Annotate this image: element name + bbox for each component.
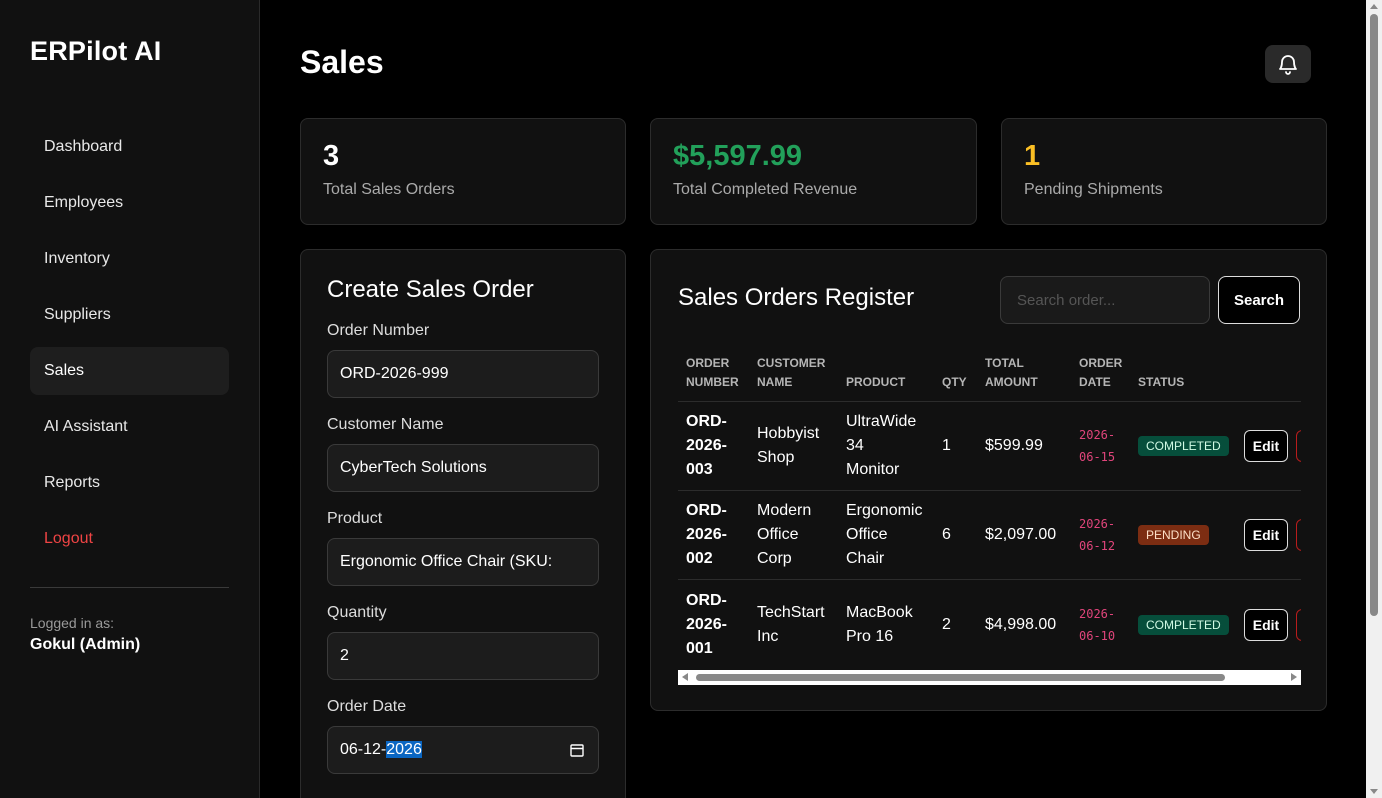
qty-cell: 2: [942, 615, 951, 633]
column-header-total-amount: TOTAL AMOUNT: [985, 356, 1038, 389]
stat-label: Total Sales Orders: [323, 181, 455, 198]
order-date-cell: 2026- 06-10: [1079, 606, 1116, 643]
product-cell: Ergonomic Office Chair: [846, 502, 923, 567]
order-date-text: 06-12-: [340, 741, 387, 758]
column-header-customer-name: CUSTOMER NAME: [757, 356, 826, 389]
sidebar-item-inventory[interactable]: Inventory: [30, 235, 229, 283]
order-date-input[interactable]: 06-12-2026: [327, 726, 599, 774]
column-header-order-date: ORDER DATE: [1079, 356, 1123, 389]
calendar-icon[interactable]: [570, 743, 584, 757]
column-header-order-number: ORDER NUMBER: [686, 356, 739, 389]
edit-button[interactable]: Edit: [1244, 519, 1288, 551]
stat-total-sales-orders: 3 Total Sales Orders: [300, 118, 626, 225]
register-title: Sales Orders Register: [678, 284, 915, 311]
order-number-cell: ORD- 2026- 001: [686, 591, 727, 657]
order-date-label: Order Date: [327, 698, 407, 715]
status-badge: COMPLETED: [1138, 614, 1229, 635]
customer-name-input[interactable]: CyberTech Solutions: [327, 444, 599, 492]
page-scrollbar-thumb[interactable]: [1370, 14, 1378, 616]
sidebar-item-ai-assistant[interactable]: AI Assistant: [30, 403, 229, 451]
status-badge: COMPLETED: [1138, 436, 1229, 456]
delete-button[interactable]: [1296, 608, 1301, 641]
stat-total-revenue: $5,597.99 Total Completed Revenue: [650, 118, 977, 225]
product-cell: MacBook Pro 16: [846, 603, 913, 645]
stat-label: Total Completed Revenue: [673, 181, 858, 198]
sidebar-item-sales[interactable]: Sales: [30, 347, 229, 395]
total-amount-cell: $4,998.00: [985, 615, 1057, 633]
order-date-cell: 2026- 06-15: [1079, 428, 1116, 464]
sidebar-nav: Dashboard Employees Inventory Suppliers …: [30, 123, 229, 571]
sidebar-item-logout[interactable]: Logout: [30, 515, 229, 563]
delete-button[interactable]: [1296, 519, 1301, 551]
column-header-status: STATUS: [1138, 375, 1185, 389]
search-button[interactable]: Search: [1218, 276, 1300, 324]
stat-value: $5,597.99: [673, 140, 803, 172]
stat-value: 1: [1024, 140, 1041, 172]
scroll-down-arrow-icon[interactable]: [1370, 789, 1378, 794]
customer-name-cell: TechStart Inc: [757, 603, 825, 645]
bell-icon: [1279, 55, 1297, 75]
order-number-input[interactable]: ORD-2026-999: [327, 350, 599, 398]
stat-pending-shipments: 1 Pending Shipments: [1001, 118, 1327, 225]
order-date-cell: 2026- 06-12: [1079, 517, 1116, 553]
column-header-qty: QTY: [942, 375, 967, 389]
product-select[interactable]: Ergonomic Office Chair (SKU:: [327, 538, 599, 586]
sidebar-divider: [30, 587, 229, 588]
brand-logo: ERPilot AI: [30, 36, 162, 66]
horizontal-scrollbar[interactable]: [678, 670, 1301, 685]
form-title: Create Sales Order: [327, 276, 534, 303]
product-label: Product: [327, 510, 383, 527]
status-cell: PENDING: [1138, 523, 1209, 547]
customer-name-cell: Modern Office Corp: [757, 502, 812, 567]
create-sales-order-form: Create Sales Order Order Number ORD-2026…: [300, 249, 626, 798]
order-number-label: Order Number: [327, 322, 430, 339]
status-badge: PENDING: [1138, 525, 1209, 545]
table-row: ORD- 2026- 003 Hobbyist Shop UltraWide 3…: [678, 402, 1301, 491]
delete-button[interactable]: [1296, 430, 1301, 462]
notifications-button[interactable]: [1265, 45, 1311, 83]
product-cell: UltraWide 34 Monitor: [846, 413, 917, 478]
scroll-left-arrow-icon[interactable]: [682, 673, 688, 681]
stat-value: 3: [323, 140, 340, 172]
edit-button[interactable]: Edit: [1244, 608, 1288, 641]
edit-button[interactable]: Edit: [1244, 430, 1288, 462]
quantity-label: Quantity: [327, 604, 387, 621]
sidebar-item-suppliers[interactable]: Suppliers: [30, 291, 229, 339]
customer-name-cell: Hobbyist Shop: [757, 425, 820, 466]
qty-cell: 6: [942, 526, 951, 543]
sidebar: ERPilot AI Dashboard Employees Inventory…: [0, 0, 260, 798]
sidebar-item-reports[interactable]: Reports: [30, 459, 229, 507]
sales-orders-register: Sales Orders Register Search ORDER NUMBE…: [650, 249, 1327, 711]
sidebar-item-dashboard[interactable]: Dashboard: [30, 123, 229, 171]
search-order-input[interactable]: [1000, 276, 1210, 324]
quantity-input[interactable]: 2: [327, 632, 599, 680]
total-amount-cell: $2,097.00: [985, 526, 1057, 543]
logged-in-user: Gokul (Admin): [30, 636, 141, 653]
stat-label: Pending Shipments: [1024, 181, 1163, 198]
scroll-up-arrow-icon[interactable]: [1370, 4, 1378, 9]
page-vertical-scrollbar[interactable]: [1366, 0, 1382, 798]
table-row: ORD- 2026- 002 Modern Office Corp Ergono…: [678, 491, 1301, 580]
status-cell: COMPLETED: [1138, 434, 1229, 458]
order-number-cell: ORD- 2026- 002: [686, 502, 727, 567]
logged-in-label: Logged in as:: [30, 615, 115, 631]
status-cell: COMPLETED: [1138, 613, 1229, 637]
order-number-cell: ORD- 2026- 003: [686, 413, 727, 478]
scroll-right-arrow-icon[interactable]: [1291, 673, 1297, 681]
order-date-year-selected: 2026: [386, 741, 422, 758]
scrollbar-thumb[interactable]: [696, 674, 1225, 681]
sales-orders-table: ORDER NUMBER CUSTOMER NAME PRODUCT QTY T…: [678, 354, 1301, 684]
page-title: Sales: [300, 44, 384, 80]
column-header-product: PRODUCT: [846, 375, 906, 389]
customer-name-label: Customer Name: [327, 416, 444, 433]
sidebar-item-employees[interactable]: Employees: [30, 179, 229, 227]
table-row: ORD- 2026- 001 TechStart Inc MacBook Pro…: [678, 580, 1301, 669]
qty-cell: 1: [942, 437, 951, 454]
total-amount-cell: $599.99: [985, 437, 1043, 454]
